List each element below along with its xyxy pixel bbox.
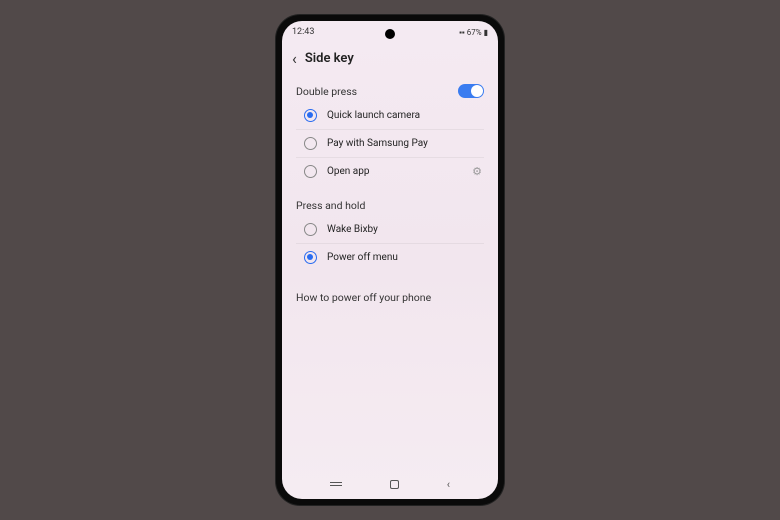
back-icon[interactable]: ‹ — [292, 49, 297, 68]
option-label: Power off menu — [327, 252, 482, 263]
option-label: Wake Bixby — [327, 224, 482, 235]
radio-icon — [304, 137, 317, 150]
press-hold-title: Press and hold — [296, 199, 365, 212]
option-label: Open app — [327, 166, 462, 177]
nav-home-icon[interactable] — [390, 480, 399, 489]
screen: 12:43 ▪▪ 67% ▮ ‹ Side key Double press Q… — [282, 21, 498, 499]
option-samsung-pay[interactable]: Pay with Samsung Pay — [296, 130, 484, 158]
radio-icon — [304, 223, 317, 236]
gear-icon[interactable]: ⚙ — [472, 165, 482, 178]
nav-back-icon[interactable]: ‹ — [447, 478, 450, 491]
double-press-toggle[interactable] — [458, 84, 484, 98]
press-hold-header: Press and hold — [296, 195, 484, 216]
page-title: Side key — [305, 51, 354, 66]
option-label: Quick launch camera — [327, 110, 482, 121]
battery-icon: ▮ — [484, 28, 488, 37]
status-right: ▪▪ 67% ▮ — [459, 28, 488, 37]
status-time: 12:43 — [292, 27, 314, 37]
double-press-title: Double press — [296, 85, 357, 98]
how-to-link[interactable]: How to power off your phone — [282, 279, 498, 316]
signal-icon: ▪▪ — [459, 28, 465, 37]
radio-icon — [304, 251, 317, 264]
section-double-press: Double press Quick launch camera Pay wit… — [282, 78, 498, 193]
option-power-off-menu[interactable]: Power off menu — [296, 244, 484, 271]
section-press-hold: Press and hold Wake Bixby Power off menu — [282, 193, 498, 279]
option-label: Pay with Samsung Pay — [327, 138, 482, 149]
phone-frame: 12:43 ▪▪ 67% ▮ ‹ Side key Double press Q… — [276, 15, 504, 505]
battery-text: 67% — [467, 28, 482, 37]
double-press-header: Double press — [296, 80, 484, 102]
camera-hole — [385, 29, 395, 39]
page-header: ‹ Side key — [282, 43, 498, 78]
radio-icon — [304, 165, 317, 178]
how-to-label: How to power off your phone — [296, 291, 431, 304]
radio-icon — [304, 109, 317, 122]
nav-bar: ‹ — [282, 473, 498, 499]
nav-recent-icon[interactable] — [330, 482, 342, 486]
option-wake-bixby[interactable]: Wake Bixby — [296, 216, 484, 244]
option-open-app[interactable]: Open app ⚙ — [296, 158, 484, 185]
option-quick-launch-camera[interactable]: Quick launch camera — [296, 102, 484, 130]
